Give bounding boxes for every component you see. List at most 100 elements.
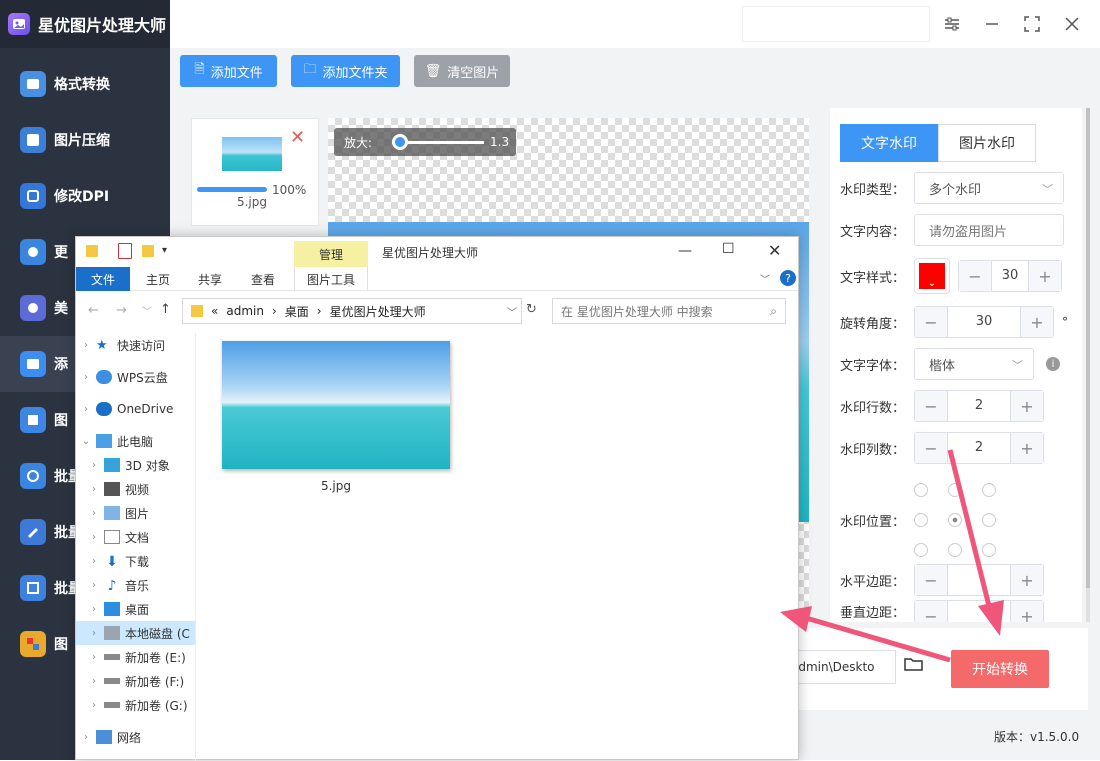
plus-icon[interactable]: + [1029,261,1061,291]
nav-network[interactable]: › 网络 [76,725,195,749]
nav-this-pc[interactable]: ⌄ 此电脑 [76,429,195,453]
tab-share[interactable]: 共享 [188,267,232,291]
watermark-type-select[interactable]: 多个水印 ﹀ [914,172,1064,204]
collapse-icon[interactable]: ⌄ [80,436,92,447]
font-size-stepper[interactable]: −30 + [958,260,1062,292]
expand-icon[interactable]: › [88,628,100,639]
rows-stepper[interactable]: −2 + [914,390,1044,422]
position-radio[interactable] [948,483,962,497]
settings-icon[interactable] [940,12,964,36]
minus-icon[interactable]: − [915,307,947,337]
zoom-slider-handle[interactable] [392,134,408,150]
breadcrumb-folder[interactable]: 星优图片处理大师 [330,303,426,320]
open-folder-icon[interactable] [904,656,924,672]
close-icon[interactable]: ✕ [768,241,781,260]
maximize-icon[interactable] [1020,12,1044,36]
nav-downloads[interactable]: › ⬇ 下载 [76,549,195,573]
output-path-input[interactable]: admin\Deskto [784,650,896,684]
nav-documents[interactable]: › 文档 [76,525,195,549]
minus-icon[interactable]: − [915,565,947,595]
expand-icon[interactable]: › [88,508,100,519]
new-folder-icon[interactable] [142,245,154,257]
sidebar-item-compress[interactable]: 图片压缩 [0,112,170,168]
expand-icon[interactable]: › [88,604,100,615]
add-folder-button[interactable]: 🗀 添加文件夹 [291,55,400,87]
expand-icon[interactable]: › [88,676,100,687]
cols-stepper[interactable]: −2 + [914,432,1044,464]
breadcrumb-desktop[interactable]: 桌面 [285,303,309,320]
expand-icon[interactable]: › [80,404,92,415]
quick-access-dropdown-icon[interactable]: ▾ [162,245,167,256]
expand-icon[interactable]: › [88,556,100,567]
minus-icon[interactable]: − [915,391,947,421]
expand-icon[interactable]: › [88,484,100,495]
nav-onedrive[interactable]: › OneDrive [76,397,195,421]
info-icon[interactable]: i [1046,357,1060,371]
nav-pictures[interactable]: › 图片 [76,501,195,525]
nav-quick-access[interactable]: › ★ 快速访问 [76,333,195,357]
expand-icon[interactable]: › [88,532,100,543]
expand-icon[interactable]: › [80,340,92,351]
forward-icon[interactable]: → [116,303,127,318]
clear-images-button[interactable]: 🗑 清空图片 [414,55,510,87]
tab-picture-tools[interactable]: 图片工具 [294,267,368,291]
title-search-box[interactable] [742,6,930,42]
recent-dropdown-icon[interactable]: ﹀ [142,303,152,318]
nav-volume-e[interactable]: › 新加卷 (E:) [76,645,195,669]
nav-volume-g[interactable]: › 新加卷 (G:) [76,693,195,717]
position-radio[interactable] [982,483,996,497]
position-radio[interactable] [948,543,962,557]
manage-tab[interactable]: 管理 [294,241,368,267]
explorer-search-input[interactable]: 在 星优图片处理大师 中搜索 ⌕ [552,298,786,324]
minus-icon[interactable]: − [915,433,947,463]
nav-music[interactable]: › ♪ 音乐 [76,573,195,597]
plus-icon[interactable]: + [1011,601,1043,622]
expand-icon[interactable]: › [80,372,92,383]
position-radio[interactable] [914,543,928,557]
nav-desktop[interactable]: › 桌面 [76,597,195,621]
help-icon[interactable]: ? [780,270,796,286]
position-radio[interactable] [982,543,996,557]
file-name-large[interactable]: 5.jpg [222,479,450,493]
expand-ribbon-icon[interactable]: ﹀ [760,271,770,286]
minimize-icon[interactable]: — [678,243,692,259]
position-radio[interactable] [914,513,928,527]
tab-text-watermark[interactable]: 文字水印 [840,124,938,162]
properties-icon[interactable] [118,243,132,259]
breadcrumb-admin[interactable]: admin [226,304,264,318]
expand-icon[interactable]: › [88,460,100,471]
expand-icon[interactable]: › [88,652,100,663]
address-bar[interactable]: « admin › 桌面 › 星优图片处理大师 ﹀ [182,298,522,324]
text-content-input[interactable]: 请勿盗用图片 [914,214,1064,246]
plus-icon[interactable]: + [1021,307,1053,337]
plus-icon[interactable]: + [1011,565,1043,595]
close-icon[interactable] [1060,12,1084,36]
breadcrumb-overflow[interactable]: « [211,304,218,318]
nav-wps-cloud[interactable]: › WPS云盘 [76,365,195,389]
minus-icon[interactable]: − [915,601,947,622]
panel-scrollbar[interactable] [1086,108,1090,622]
chevron-down-icon[interactable]: ﹀ [507,304,517,319]
rotation-stepper[interactable]: −30 + [914,306,1054,338]
tab-home[interactable]: 主页 [134,267,182,291]
plus-icon[interactable]: + [1011,391,1043,421]
nav-videos[interactable]: › 视频 [76,477,195,501]
start-convert-button[interactable]: 开始转换 [951,650,1049,688]
back-icon[interactable]: ← [88,303,99,318]
position-radio[interactable] [914,483,928,497]
nav-local-disk-c[interactable]: › 本地磁盘 (C [76,621,195,645]
expand-icon[interactable]: › [88,700,100,711]
nav-volume-f[interactable]: › 新加卷 (F:) [76,669,195,693]
minus-icon[interactable]: − [959,261,991,291]
maximize-icon[interactable]: ☐ [722,241,735,257]
refresh-icon[interactable]: ↻ [526,302,537,317]
file-card[interactable]: ✕ 100% 5.jpg [191,118,319,226]
tab-view[interactable]: 查看 [240,267,286,291]
position-radio[interactable] [982,513,996,527]
plus-icon[interactable]: + [1011,433,1043,463]
file-thumbnail-large[interactable] [222,341,450,469]
tab-file[interactable]: 文件 [76,267,130,291]
expand-icon[interactable]: › [88,580,100,591]
vmargin-stepper[interactable]: − + [914,600,1044,622]
hmargin-stepper[interactable]: − + [914,564,1044,596]
